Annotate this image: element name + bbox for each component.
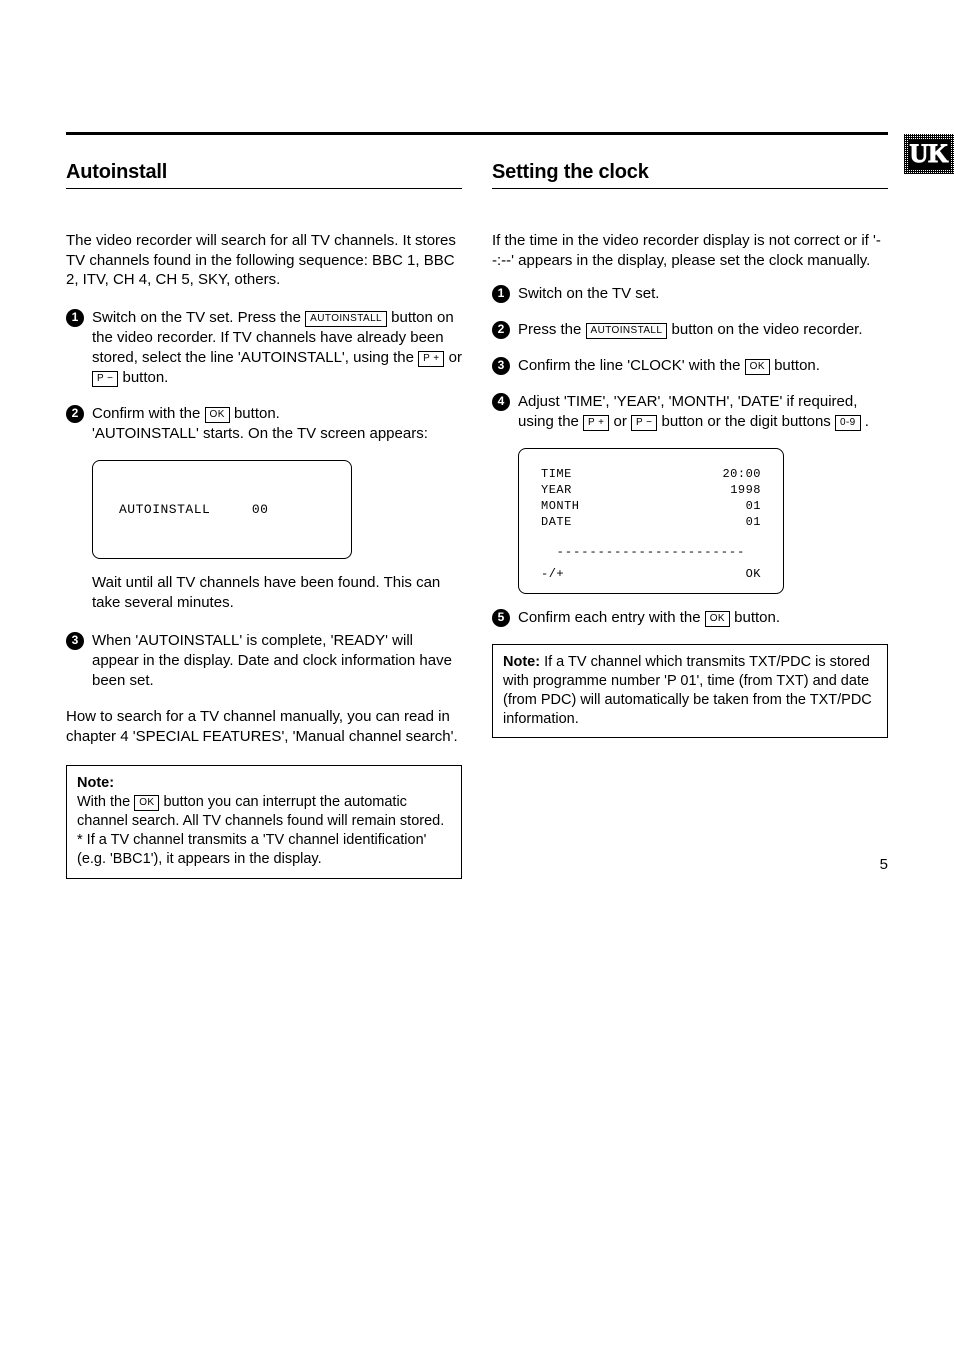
columns: Autoinstall The video recorder will sear… [66,159,888,879]
text: Confirm each entry with the [518,609,705,626]
top-rule [66,132,888,135]
button-p-minus: P − [631,415,657,431]
right-column: Setting the clock If the time in the vid… [492,159,888,879]
step-body: When 'AUTOINSTALL' is complete, 'READY' … [92,631,462,691]
step-number-icon: 5 [492,609,510,627]
step-number-icon: 1 [66,309,84,327]
button-autoinstall: AUTOINSTALL [305,311,387,327]
button-ok: OK [705,611,730,627]
left-note-box: Note: With the OK button you can interru… [66,765,462,879]
right-note-box: Note: If a TV channel which transmits TX… [492,644,888,739]
step-number-icon: 3 [66,632,84,650]
step-body: Switch on the TV set. Press the AUTOINST… [92,308,462,388]
label-plusminus: -/+ [541,567,564,583]
step-body: Confirm the line 'CLOCK' with the OK but… [518,356,888,376]
heading-autoinstall: Autoinstall [66,159,462,186]
label-month: MONTH [541,499,580,515]
step-body: Press the AUTOINSTALL button on the vide… [518,320,888,340]
button-ok: OK [134,795,159,811]
text: or [444,349,462,366]
left-step-3: 3 When 'AUTOINSTALL' is complete, 'READY… [66,631,462,691]
text: button or the digit buttons [657,413,835,430]
text: button. [230,405,280,422]
right-step-5: 5 Confirm each entry with the OK button. [492,608,888,628]
button-p-plus: P + [583,415,609,431]
button-p-plus: P + [418,351,444,367]
step-number-icon: 3 [492,357,510,375]
note-text: If a TV channel which transmits TXT/PDC … [503,654,872,727]
step-number-icon: 4 [492,393,510,411]
text: Switch on the TV set. Press the [92,309,305,326]
heading-rule-right [492,188,888,189]
right-step-1: 1 Switch on the TV set. [492,284,888,304]
value-date: 01 [746,515,761,531]
value-time: 20:00 [722,467,761,483]
page-number: 5 [880,856,888,873]
text: . [861,413,869,430]
heading-clock: Setting the clock [492,159,888,186]
divider: ----------------------- [541,545,761,561]
label-date: DATE [541,515,572,531]
step-body: Confirm with the OK button. 'AUTOINSTALL… [92,404,462,444]
text: Confirm with the [92,405,205,422]
right-step-4: 4 Adjust 'TIME', 'YEAR', 'MONTH', 'DATE'… [492,392,888,432]
text: or [609,413,631,430]
button-autoinstall: AUTOINSTALL [586,323,668,339]
label-time: TIME [541,467,572,483]
right-step-2: 2 Press the AUTOINSTALL button on the vi… [492,320,888,340]
text: With the [77,794,134,810]
note-label: Note: [77,775,114,791]
label-ok: OK [746,567,761,583]
left-column: Autoinstall The video recorder will sear… [66,159,462,879]
text: button. [770,357,820,374]
button-ok: OK [745,359,770,375]
tv-screen-autoinstall: AUTOINSTALL 00 [92,460,352,559]
left-step-2: 2 Confirm with the OK button. 'AUTOINSTA… [66,404,462,444]
right-step-3: 3 Confirm the line 'CLOCK' with the OK b… [492,356,888,376]
step-number-icon: 2 [492,321,510,339]
step-number-icon: 2 [66,405,84,423]
step-body: Confirm each entry with the OK button. [518,608,888,628]
left-step-1: 1 Switch on the TV set. Press the AUTOIN… [66,308,462,388]
left-after-screen: Wait until all TV channels have been fou… [92,573,462,613]
step-body: Adjust 'TIME', 'YEAR', 'MONTH', 'DATE' i… [518,392,888,432]
value-month: 01 [746,499,761,515]
left-intro: The video recorder will search for all T… [66,231,462,291]
label-year: YEAR [541,483,572,499]
text: Press the [518,321,586,338]
heading-rule-left [66,188,462,189]
page: Autoinstall The video recorder will sear… [0,0,954,919]
step-body: Switch on the TV set. [518,284,888,304]
step-number-icon: 1 [492,285,510,303]
text: 'AUTOINSTALL' starts. On the TV screen a… [92,425,428,442]
left-closing: How to search for a TV channel manually,… [66,707,462,747]
text: button on the video recorder. [667,321,862,338]
value-year: 1998 [730,483,761,499]
text: button. [118,369,168,386]
button-p-minus: P − [92,371,118,387]
screen-text: AUTOINSTALL 00 [119,502,268,517]
right-intro: If the time in the video recorder displa… [492,231,888,271]
button-ok: OK [205,407,230,423]
text: Confirm the line 'CLOCK' with the [518,357,745,374]
text: * If a TV channel transmits a 'TV channe… [77,832,426,867]
tv-screen-clock: TIME 20:00 YEAR 1998 MONTH 01 DATE 01 ------… [518,448,784,594]
button-digits: 0-9 [835,415,861,431]
text: button. [730,609,780,626]
note-label: Note: [503,654,540,670]
